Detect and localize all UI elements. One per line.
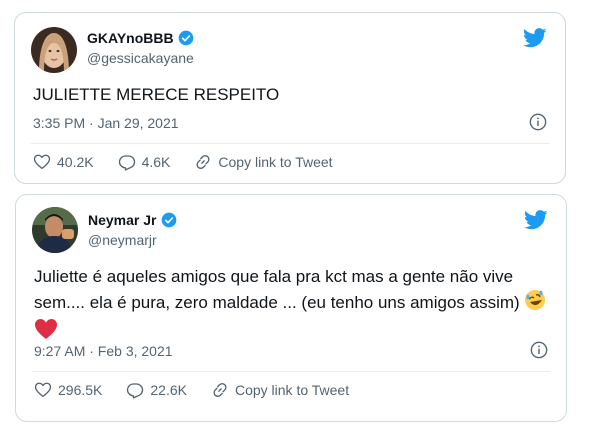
copy-link-label: Copy link to Tweet bbox=[218, 154, 333, 170]
reply-bubble-icon bbox=[118, 155, 135, 171]
author-handle[interactable]: @gessicakayane bbox=[87, 50, 194, 66]
link-icon bbox=[196, 155, 210, 169]
like-count: 296.5K bbox=[58, 382, 103, 398]
tweet-timestamp[interactable]: 3:35 PM · Jan 29, 2021 bbox=[33, 115, 179, 131]
avatar[interactable] bbox=[31, 27, 77, 73]
author-name[interactable]: GKAYnoBBB bbox=[87, 30, 174, 46]
tweet-text: Juliette é aqueles amigos que fala pra k… bbox=[34, 265, 554, 347]
like-count: 40.2K bbox=[57, 154, 94, 170]
divider bbox=[31, 143, 549, 144]
reply-count: 4.6K bbox=[141, 154, 171, 170]
verified-badge-icon bbox=[178, 30, 194, 46]
heart-outline-icon bbox=[33, 154, 51, 170]
tweet-text: JULIETTE MERECE RESPEITO bbox=[33, 85, 280, 104]
twitter-bird-icon[interactable] bbox=[522, 28, 547, 48]
reply-button[interactable]: 4.6K bbox=[118, 153, 171, 171]
copy-link-button[interactable]: Copy link to Tweet bbox=[194, 153, 333, 171]
tweet-text-body: Juliette é aqueles amigos que fala pra k… bbox=[34, 267, 525, 312]
reply-button[interactable]: 22.6K bbox=[126, 381, 187, 399]
tweet-card[interactable]: Neymar Jr @neymarjr Juliette é aqueles a… bbox=[15, 194, 567, 422]
link-icon bbox=[213, 383, 227, 397]
rolling-laughing-emoji bbox=[524, 289, 546, 318]
avatar[interactable] bbox=[32, 207, 78, 253]
divider bbox=[32, 371, 550, 372]
tweet-timestamp[interactable]: 9:27 AM · Feb 3, 2021 bbox=[34, 343, 173, 359]
action-bar: 296.5K 22.6K Copy link to Tweet bbox=[34, 381, 373, 399]
author-handle[interactable]: @neymarjr bbox=[88, 232, 157, 248]
info-icon[interactable] bbox=[530, 341, 548, 359]
copy-link-label: Copy link to Tweet bbox=[234, 382, 350, 398]
verified-badge-icon bbox=[161, 212, 177, 228]
like-button[interactable]: 40.2K bbox=[33, 153, 94, 171]
heart-outline-icon bbox=[34, 382, 52, 398]
twitter-bird-icon[interactable] bbox=[523, 210, 548, 230]
info-icon[interactable] bbox=[529, 113, 547, 131]
reply-count: 22.6K bbox=[150, 382, 187, 398]
tweet-card[interactable]: GKAYnoBBB @gessicakayane JULIETTE MERECE… bbox=[14, 12, 566, 184]
like-button[interactable]: 296.5K bbox=[34, 381, 102, 399]
reply-bubble-icon bbox=[127, 383, 144, 399]
action-bar: 40.2K 4.6K Copy link to Tweet bbox=[33, 153, 357, 171]
copy-link-button[interactable]: Copy link to Tweet bbox=[211, 381, 349, 399]
author-name[interactable]: Neymar Jr bbox=[88, 212, 157, 228]
